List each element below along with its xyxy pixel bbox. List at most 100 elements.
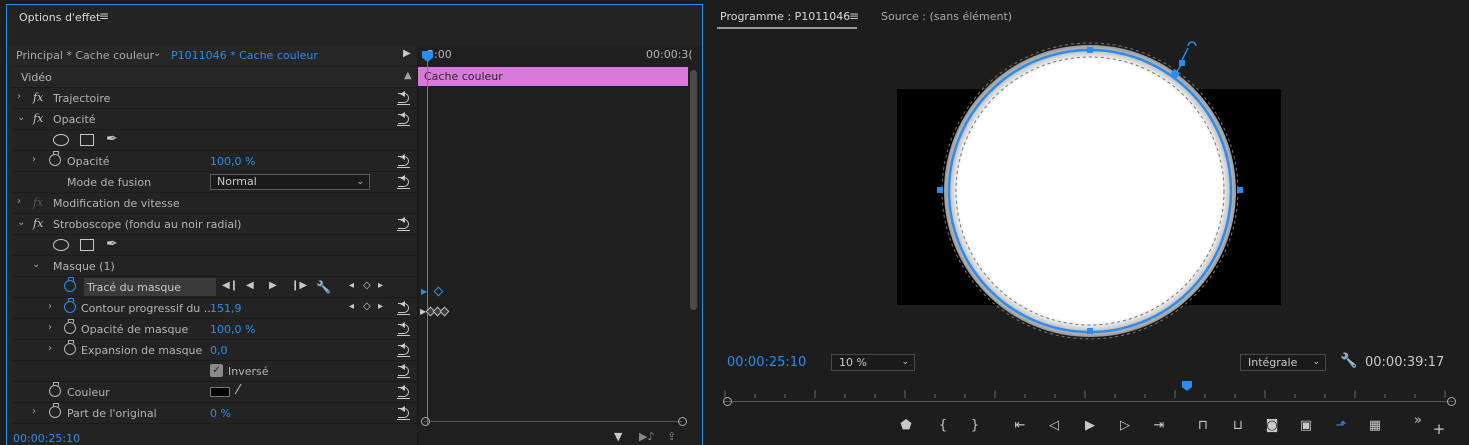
safe-margins-icon[interactable]: ▦ [1365, 418, 1385, 433]
chevron-down-icon[interactable]: ⌄ [32, 259, 40, 270]
proxy-toggle-icon[interactable]: ⬏ [1331, 418, 1351, 433]
color-swatch[interactable] [210, 387, 230, 397]
overflow-icon[interactable]: » [1408, 413, 1428, 428]
panel-menu-icon[interactable]: ≡ [99, 9, 109, 23]
track-forward-all-icon[interactable]: ❙▶ [291, 280, 307, 291]
reset-icon[interactable] [397, 153, 411, 168]
zoom-handle-right[interactable] [1447, 397, 1456, 406]
chevron-right-icon[interactable]: › [32, 406, 36, 417]
chevron-right-icon[interactable]: › [17, 91, 21, 102]
keyframe-nav-icon[interactable]: ▶ [421, 287, 427, 296]
effect-panel-title[interactable]: Options d'effet [19, 11, 100, 24]
add-marker-icon[interactable]: ⬟ [896, 418, 916, 433]
reset-icon[interactable] [397, 174, 411, 189]
eyedropper-icon[interactable]: ⁄ [237, 383, 239, 398]
export-icon[interactable]: ⇪ [667, 430, 676, 443]
blend-mode-dropdown[interactable]: Normal ⌄ [210, 174, 370, 190]
rotate-handle-icon[interactable] [1187, 41, 1197, 47]
inverted-checkbox[interactable]: ✓ [210, 364, 223, 377]
stopwatch-icon[interactable] [49, 151, 61, 166]
mask-vertex[interactable] [937, 187, 943, 193]
add-keyframe-icon[interactable]: ◇ [363, 280, 371, 291]
track-backward-all-icon[interactable]: ◀❙ [222, 280, 238, 291]
chevron-down-icon[interactable]: ⌄ [153, 48, 161, 59]
chevron-down-icon[interactable]: ⌄ [17, 112, 25, 123]
mask-vertex[interactable] [1087, 47, 1093, 53]
reset-icon[interactable] [397, 90, 411, 105]
timeline-clip[interactable]: Cache couleur [418, 67, 688, 86]
track-backward-one-icon[interactable]: ◀ [246, 280, 254, 291]
effect-row-trajectoire[interactable]: › fx Trajectoire [12, 88, 417, 109]
feather-handle[interactable] [1179, 60, 1185, 66]
lift-icon[interactable]: ⊓ [1193, 418, 1213, 433]
ellipse-mask-icon[interactable] [53, 134, 69, 146]
mask-vertex[interactable] [1237, 187, 1243, 193]
camera-icon[interactable]: ◙ [1262, 418, 1282, 433]
chevron-down-icon[interactable]: ⌄ [17, 217, 25, 228]
original-blend-value[interactable]: 0 % [210, 407, 231, 420]
opacity-value[interactable]: 100,0 % [210, 155, 255, 168]
play-only-audio-icon[interactable]: ▶ [403, 48, 411, 59]
go-to-out-icon[interactable]: ⇥ [1149, 418, 1169, 433]
track-forward-one-icon[interactable]: ▶ [269, 280, 277, 291]
reset-icon[interactable] [397, 342, 411, 357]
stopwatch-icon[interactable] [64, 319, 76, 334]
timeline-zoom-bar[interactable] [424, 421, 682, 422]
step-forward-icon[interactable]: ▷ [1115, 418, 1135, 433]
reset-icon[interactable] [397, 321, 411, 336]
program-zoom-bar[interactable] [723, 401, 1453, 402]
rectangle-mask-icon[interactable] [80, 134, 94, 146]
mask-vertex[interactable] [1087, 328, 1093, 334]
chevron-right-icon[interactable]: › [17, 196, 21, 207]
next-keyframe-icon[interactable]: ▸ [378, 301, 383, 312]
zoom-handle-left[interactable] [421, 417, 430, 426]
stopwatch-icon[interactable] [49, 403, 61, 418]
playhead-timecode[interactable]: 00:00:25:10 [727, 355, 806, 370]
prev-keyframe-icon[interactable]: ◂ [349, 301, 354, 312]
zoom-dropdown[interactable]: 10 % ⌄ [831, 354, 915, 371]
effect-row-stroboscope[interactable]: ⌄ fx Stroboscope (fondu au noir radial) [12, 214, 417, 235]
filter-icon[interactable]: ▼ [614, 430, 622, 443]
effect-row-opacite[interactable]: ⌄ fx Opacité [12, 109, 417, 130]
rectangle-mask-icon[interactable] [80, 239, 94, 251]
settings-wrench-icon[interactable]: 🔧 [1340, 353, 1357, 369]
pen-mask-icon[interactable]: ✒ [106, 131, 118, 147]
stopwatch-icon[interactable] [64, 298, 76, 313]
comparison-view-icon[interactable]: ▣ [1296, 418, 1316, 433]
timeline-ruler[interactable]: 5:00 00:00:3( [418, 46, 693, 65]
step-back-icon[interactable]: ◁ [1044, 418, 1064, 433]
mask-expansion-value[interactable]: 0,0 [210, 344, 228, 357]
current-timecode[interactable]: 00:00:25:10 [13, 432, 80, 445]
mask-opacity-value[interactable]: 100,0 % [210, 323, 255, 336]
program-ruler[interactable] [723, 382, 1453, 400]
prev-keyframe-icon[interactable]: ◂ [349, 280, 354, 291]
pen-mask-icon[interactable]: ✒ [106, 236, 118, 252]
scroll-up-icon[interactable]: ▲ [404, 70, 412, 81]
reset-icon[interactable] [397, 405, 411, 420]
feather-value[interactable]: 151,9 [210, 302, 242, 315]
mark-in-icon[interactable]: { [933, 418, 953, 433]
reset-icon[interactable] [397, 111, 411, 126]
stopwatch-icon[interactable] [64, 340, 76, 355]
reset-icon[interactable] [397, 216, 411, 231]
fx-icon[interactable]: fx [33, 91, 43, 104]
effect-row-vitesse[interactable]: › fx Modification de vitesse [12, 193, 417, 214]
next-keyframe-icon[interactable]: ▸ [378, 280, 383, 291]
go-to-in-icon[interactable]: ⇤ [1010, 418, 1030, 433]
reset-icon[interactable] [397, 300, 411, 315]
mark-out-icon[interactable]: } [965, 418, 985, 433]
wrench-icon[interactable]: 🔧 [316, 280, 331, 294]
mask-overlay[interactable] [710, 4, 1469, 349]
fx-icon[interactable]: fx [33, 112, 43, 125]
stopwatch-icon[interactable] [49, 382, 61, 397]
extract-icon[interactable]: ⊔ [1228, 418, 1248, 433]
audio-play-icon[interactable]: ▶♪ [639, 430, 654, 443]
reset-icon[interactable] [397, 384, 411, 399]
ellipse-mask-icon[interactable] [53, 239, 69, 251]
chevron-right-icon[interactable]: › [32, 154, 36, 165]
stopwatch-icon[interactable] [64, 277, 76, 292]
source-clip-selector[interactable]: P1011046 * Cache couleur [171, 49, 318, 62]
reset-icon[interactable] [397, 363, 411, 378]
chevron-right-icon[interactable]: › [48, 301, 52, 312]
play-icon[interactable]: ▶ [1080, 418, 1100, 433]
